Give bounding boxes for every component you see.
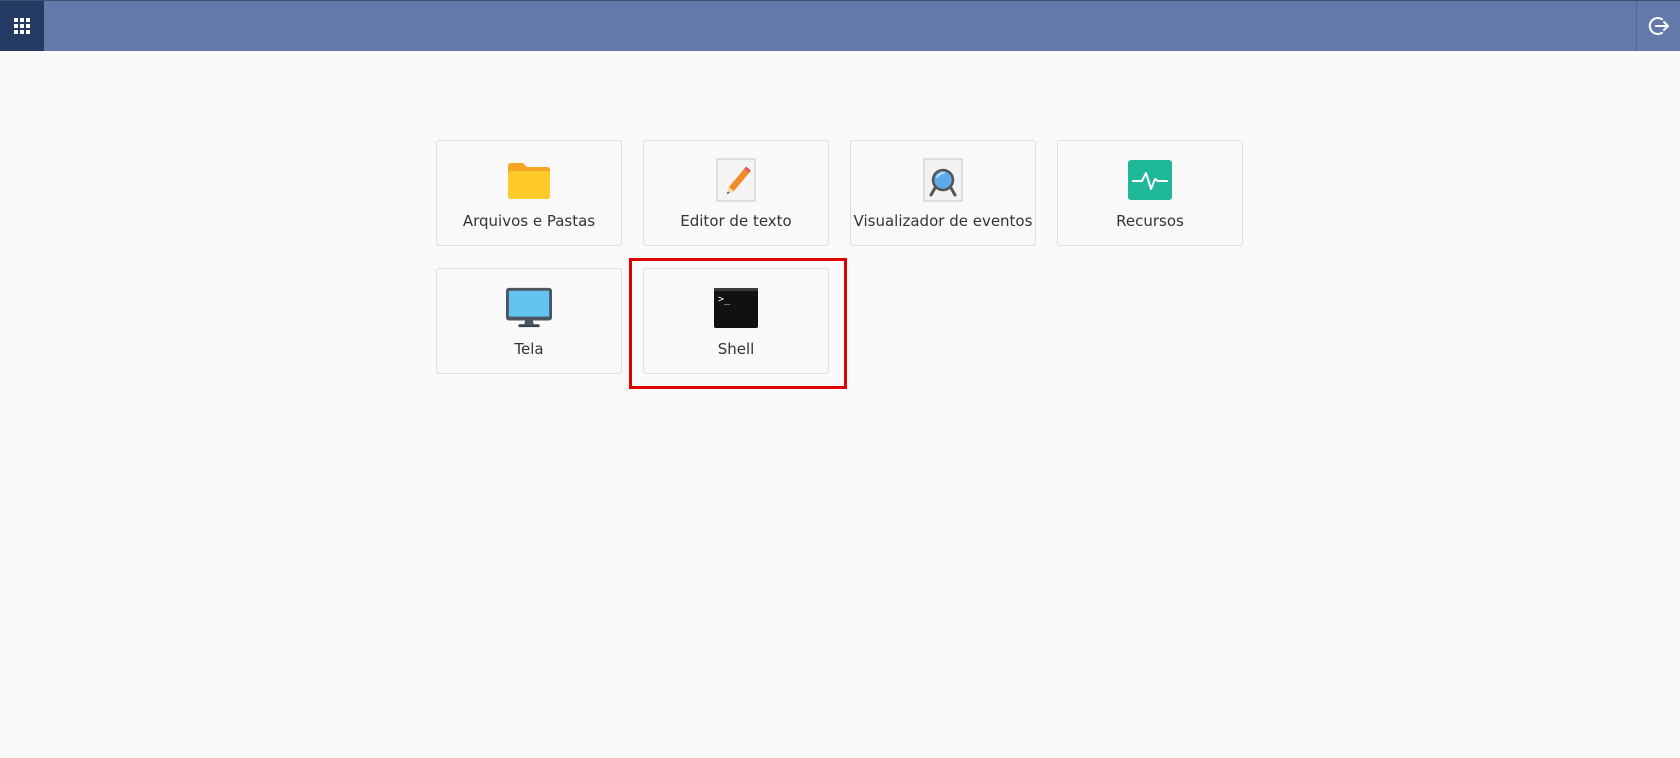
text-editor-icon <box>713 158 759 202</box>
app-tile-shell[interactable]: >_ Shell <box>643 268 829 374</box>
app-tile-label: Recursos <box>1116 212 1184 230</box>
app-tile-label: Shell <box>717 340 755 358</box>
app-tile-arquivos-e-pastas[interactable]: Arquivos e Pastas <box>436 140 622 246</box>
app-tile-tela[interactable]: Tela <box>436 268 622 374</box>
app-tile-label: Arquivos e Pastas <box>462 212 596 230</box>
app-tile-visualizador-de-eventos[interactable]: Visualizador de eventos <box>850 140 1036 246</box>
app-tile-label: Visualizador de eventos <box>853 212 1033 230</box>
app-tile-editor-de-texto[interactable]: Editor de texto <box>643 140 829 246</box>
logout-icon <box>1648 17 1669 35</box>
apps-menu-button[interactable] <box>0 1 44 51</box>
terminal-prompt-glyph: >_ <box>718 294 731 305</box>
top-bar <box>0 0 1680 51</box>
app-tile-recursos[interactable]: Recursos <box>1057 140 1243 246</box>
logout-button[interactable] <box>1636 1 1680 51</box>
event-viewer-icon <box>920 158 966 202</box>
resources-icon <box>1127 158 1173 202</box>
folder-icon <box>506 158 552 202</box>
app-tile-label: Editor de texto <box>680 212 792 230</box>
grid-apps-icon <box>14 18 30 34</box>
monitor-icon <box>506 286 552 330</box>
terminal-icon: >_ <box>713 286 759 330</box>
app-tile-label: Tela <box>514 340 544 358</box>
